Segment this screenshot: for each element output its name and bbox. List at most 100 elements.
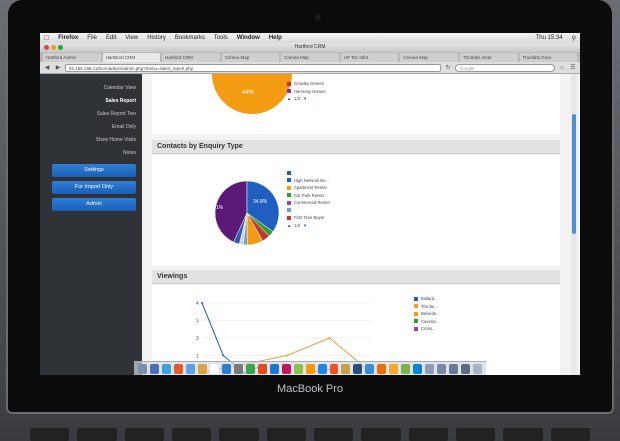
menubar-clock[interactable]: Thu 15:34 <box>536 35 563 41</box>
scrollbar-thumb[interactable] <box>572 114 576 234</box>
dock-app-icon[interactable] <box>161 363 171 374</box>
browser-tab[interactable]: Crimea Map <box>400 53 458 62</box>
legend-item <box>287 169 330 177</box>
dock-app-icon[interactable] <box>138 363 147 374</box>
pager-next-icon[interactable]: ▼ <box>303 96 307 101</box>
dock-app-icon[interactable] <box>413 363 423 374</box>
sidebar-item-email-only[interactable]: Email Only <box>40 121 142 134</box>
menu-bookmarks[interactable]: Bookmarks <box>175 35 205 41</box>
data-point[interactable] <box>201 302 203 304</box>
forward-arrow-icon[interactable]: ▶ <box>54 64 62 72</box>
menu-history[interactable]: History <box>147 35 166 41</box>
dock-app-icon[interactable] <box>293 363 303 374</box>
admin-button[interactable]: Admin <box>52 198 136 211</box>
pager-prev-icon[interactable]: ▲ <box>287 223 291 228</box>
dock-app-icon[interactable] <box>461 363 471 374</box>
enquiry-section-title: Contacts by Enquiry Type <box>152 140 560 154</box>
legend-swatch <box>414 319 418 324</box>
dock-app-icon[interactable] <box>437 363 447 374</box>
browser-tab[interactable]: Thorlabs Gear <box>519 53 578 62</box>
minimize-window-icon[interactable] <box>51 45 56 50</box>
browser-tab[interactable]: Crimea Map <box>221 53 280 62</box>
photo-scene:  Firefox File Edit View History Bookmar… <box>0 0 620 441</box>
dock-app-icon[interactable] <box>473 363 483 374</box>
sidebar-item-sales-report-two[interactable]: Sales Report Two <box>40 108 142 121</box>
dock-app-icon[interactable] <box>281 363 291 374</box>
dock-app-icon[interactable] <box>221 363 231 374</box>
pager-next-icon[interactable]: ▼ <box>303 223 307 228</box>
menu-edit[interactable]: Edit <box>106 35 116 41</box>
menu-tools[interactable]: Tools <box>214 35 228 41</box>
zoom-window-icon[interactable] <box>58 45 63 50</box>
dock-app-icon[interactable] <box>353 363 363 374</box>
dock-app-icon[interactable] <box>449 363 459 374</box>
dock-app-icon[interactable] <box>377 363 387 374</box>
window-title: Hartford CRM <box>294 44 326 50</box>
enquiry-pie-chart: 43.1% 34.8% <box>209 180 280 246</box>
dock-app-icon[interactable] <box>329 363 339 374</box>
dock-app-icon[interactable] <box>269 363 279 374</box>
dock-app-icon[interactable] <box>209 363 219 374</box>
key <box>266 428 306 441</box>
dock-app-icon[interactable] <box>149 363 159 374</box>
legend-swatch <box>287 81 291 86</box>
browser-tab[interactable]: UP Tec Infra <box>340 53 399 62</box>
browser-tab[interactable]: Crimea Map <box>281 53 339 62</box>
sidebar-item-sales-report[interactable]: Sales Report <box>40 95 142 108</box>
legend-swatch <box>287 89 291 94</box>
menu-app-firefox[interactable]: Firefox <box>58 35 78 41</box>
dock-app-icon[interactable] <box>401 363 411 374</box>
dock-app-icon[interactable] <box>197 363 207 374</box>
bookmarks-icon[interactable]: ☰ <box>569 64 577 72</box>
close-window-icon[interactable] <box>44 45 49 50</box>
legend-swatch <box>287 185 291 190</box>
url-field[interactable]: 82.165.198.110/crmadmin/admin.php?menu=s… <box>65 63 441 72</box>
back-arrow-icon[interactable]: ◀ <box>43 64 51 72</box>
keyboard-row <box>30 428 590 441</box>
dock-app-icon[interactable] <box>341 363 351 374</box>
data-point[interactable] <box>328 337 331 339</box>
sidebar-item-show-home-visits[interactable]: Show Home Visits <box>40 134 142 147</box>
dock-app-icon[interactable] <box>173 363 183 374</box>
dock-app-icon[interactable] <box>245 363 255 374</box>
dock-app-icon[interactable] <box>185 363 195 374</box>
search-input[interactable]: Google <box>455 63 555 72</box>
dock-app-icon[interactable] <box>257 363 267 374</box>
page-scrollbar[interactable] <box>571 74 577 375</box>
settings-button[interactable]: Settings <box>52 164 136 177</box>
dock-app-icon[interactable] <box>389 363 399 374</box>
menu-help[interactable]: Help <box>269 35 282 41</box>
for-import-only-button[interactable]: For Import Only <box>52 181 136 194</box>
legend-label: High Network Bu... <box>294 177 329 183</box>
menu-view[interactable]: View <box>125 35 138 41</box>
dock-app-icon[interactable] <box>365 363 375 374</box>
data-point[interactable] <box>286 354 288 357</box>
dock-app-icon[interactable] <box>305 363 315 374</box>
legend-pager[interactable]: ▲ 1/3 ▼ <box>287 95 325 103</box>
data-point[interactable] <box>222 354 225 357</box>
browser-tab[interactable]: Hartford Admin <box>43 53 101 62</box>
menu-window[interactable]: Window <box>237 35 260 41</box>
dock-app-icon[interactable] <box>425 363 435 374</box>
spotlight-icon[interactable]: ⚲ <box>572 35 576 42</box>
browser-tab[interactable]: Thorlabs Gear <box>459 53 518 62</box>
reload-icon[interactable]: ↻ <box>444 64 452 72</box>
sidebar-item-notes[interactable]: Notes <box>40 147 142 160</box>
home-icon[interactable]: ⌂ <box>558 64 566 72</box>
pager-prev-icon[interactable]: ▲ <box>287 96 291 101</box>
legend-pager[interactable]: ▲ 1/3 ▼ <box>287 222 330 230</box>
viewings-section-title: Viewings <box>152 270 560 284</box>
sidebar-item-calendar-view[interactable]: Calendar View <box>40 82 142 95</box>
legend-label: Apartment Renter <box>294 185 328 191</box>
apple-menu-icon[interactable]:  <box>44 35 49 42</box>
y-tick-label: 3 <box>196 319 199 325</box>
pager-text: 1/3 <box>294 96 300 102</box>
dock-app-icon[interactable] <box>317 363 327 374</box>
menu-file[interactable]: File <box>87 35 97 41</box>
device-brand-label: MacBook Pro <box>276 383 344 395</box>
browser-tab-active[interactable]: HartBord CRM <box>102 53 161 62</box>
legend-item: Harmony Homes <box>287 88 325 96</box>
browser-tab[interactable]: Hartford CRM <box>162 53 220 62</box>
dock-app-icon[interactable] <box>233 363 243 374</box>
pie-label-large: 43.1% <box>209 205 224 211</box>
